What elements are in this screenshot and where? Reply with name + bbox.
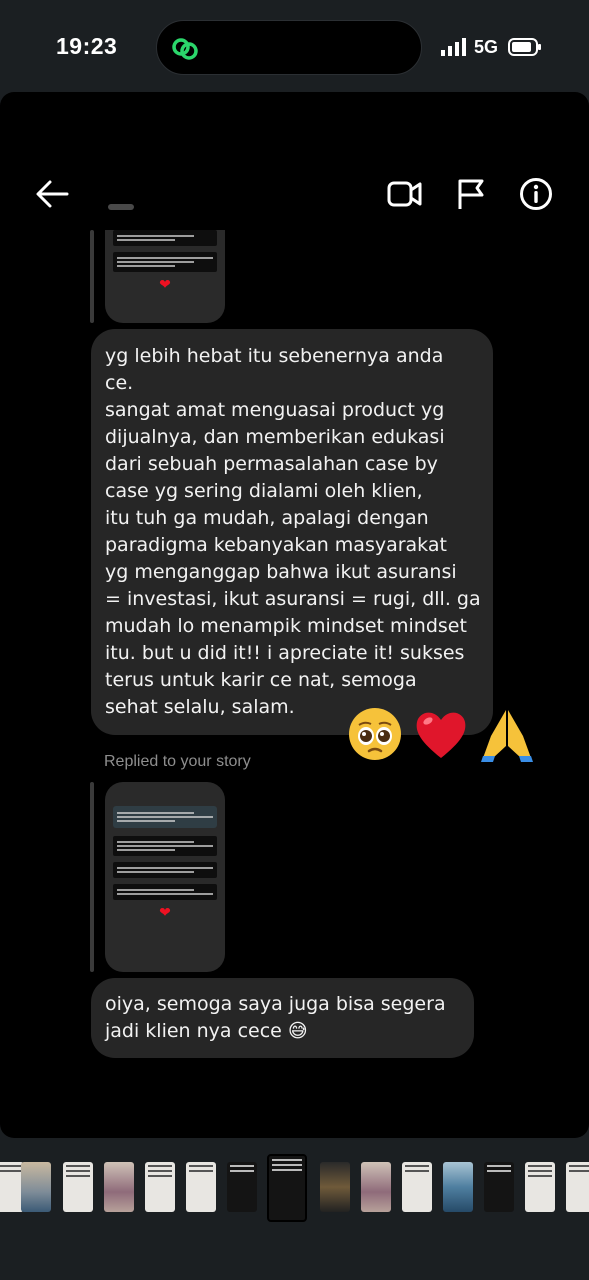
heart-icon: ❤: [159, 277, 171, 293]
carousel-thumbnail[interactable]: [484, 1162, 514, 1212]
carousel-thumbnail[interactable]: [443, 1162, 473, 1212]
message-line: yg menganggap bahwa ikut asuransi: [105, 561, 457, 583]
reply-indicator: [90, 230, 94, 323]
carousel-thumbnail[interactable]: [104, 1162, 134, 1212]
replied-to-story-label: Replied to your story: [104, 753, 251, 770]
info-button[interactable]: [516, 174, 556, 214]
heart-icon: ❤: [159, 905, 171, 921]
message-line: dijualnya, dan memberikan edukasi: [105, 426, 445, 448]
dynamic-island: [156, 20, 422, 75]
message-line: = investasi, ikut asuransi = rugi, dll. …: [105, 588, 481, 610]
video-call-button[interactable]: [385, 174, 425, 214]
message-line: itu. but u did it!! i apreciate it! suks…: [105, 642, 465, 664]
back-button[interactable]: [32, 174, 72, 214]
message-line: dari sebuah permasalahan case by: [105, 453, 438, 475]
message-bubble[interactable]: oiya, semoga saya juga bisa segera jadi …: [91, 978, 474, 1058]
report-button[interactable]: [451, 174, 491, 214]
message-line: itu tuh ga mudah, apalagi dengan: [105, 507, 429, 529]
carousel-thumbnail[interactable]: [63, 1162, 93, 1212]
carousel-thumbnail-selected[interactable]: [267, 1154, 307, 1222]
flag-icon: [458, 179, 484, 209]
message-line: sangat amat menguasai product yg: [105, 399, 445, 421]
story-thumbnail[interactable]: ❤: [105, 230, 225, 323]
chat-header: [0, 92, 589, 302]
reply-indicator: [90, 782, 94, 972]
status-time: 19:23: [56, 33, 118, 59]
message-line: terus untuk karir ce nat, semoga: [105, 669, 417, 691]
message-line: oiya, semoga saya juga bisa segera: [105, 993, 446, 1015]
message-line: jadi klien nya cece 😅: [105, 1020, 308, 1042]
red-heart-icon: [416, 712, 466, 758]
carousel-thumbnail[interactable]: [566, 1162, 589, 1212]
story-thumbnail[interactable]: ❤: [105, 782, 225, 972]
network-type: 5G: [474, 37, 499, 57]
info-icon: [520, 178, 552, 210]
video-call-icon: [387, 181, 422, 207]
message-line: ce.: [105, 372, 134, 394]
message-reactions[interactable]: [347, 706, 547, 766]
pleading-face-icon: [349, 708, 401, 760]
carousel-thumbnail[interactable]: [186, 1162, 216, 1212]
avatar[interactable]: [108, 204, 134, 210]
message-bubble[interactable]: yg lebih hebat itu sebenernya anda ce. s…: [91, 329, 493, 735]
message-line: paradigma kebanyakan masyarakat: [105, 534, 447, 556]
back-arrow-icon: [36, 180, 69, 208]
message-line: case yg sering dialami oleh klien,: [105, 480, 423, 502]
signal-icon: [441, 38, 466, 56]
carousel-thumbnail[interactable]: [402, 1162, 432, 1212]
carousel-thumbnail[interactable]: [145, 1162, 175, 1212]
screenshot-carousel: [0, 1138, 589, 1280]
carousel-thumbnail[interactable]: [361, 1162, 391, 1212]
status-bar: 19:23 5G: [0, 0, 589, 92]
carousel-thumbnail[interactable]: [21, 1162, 51, 1212]
message-line: yg lebih hebat itu sebenernya anda: [105, 345, 444, 367]
carousel-thumbnail[interactable]: [227, 1162, 257, 1212]
battery-icon: [508, 38, 541, 56]
carousel-thumbnail[interactable]: [320, 1162, 350, 1212]
folded-hands-icon: [481, 710, 533, 762]
carousel-thumbnail[interactable]: [525, 1162, 555, 1212]
link-icon: [172, 38, 198, 60]
message-line: mudah lo menampik mindset mindset: [105, 615, 467, 637]
chat-panel: ❤ yg lebih hebat itu sebenernya anda ce.…: [0, 92, 589, 1138]
